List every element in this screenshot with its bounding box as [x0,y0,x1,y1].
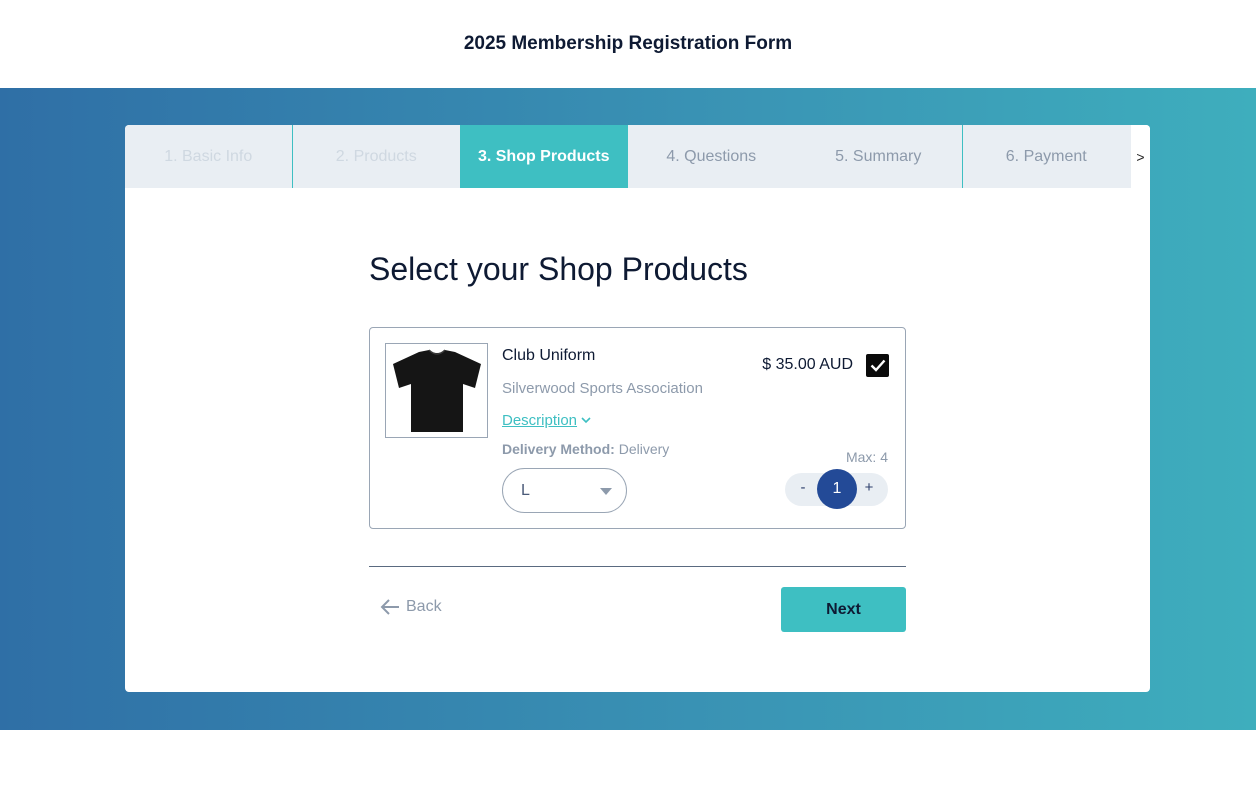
next-button[interactable]: Next [781,587,906,632]
quantity-value[interactable]: 1 [817,469,857,509]
size-select[interactable]: L [502,468,627,513]
step-tabs: 1. Basic Info 2. Products 3. Shop Produc… [125,125,1131,188]
delivery-method-label: Delivery Method: [502,441,615,457]
quantity-stepper: - 1 + [785,469,888,509]
tshirt-icon [392,348,481,432]
decrement-button[interactable]: - [797,479,809,496]
delivery-method: Delivery Method: Delivery [502,441,669,457]
product-name: Club Uniform [502,347,596,364]
product-price: $ 35.00 AUD [762,356,853,373]
back-button[interactable]: Back [380,598,442,616]
arrow-left-icon [380,599,399,615]
description-link-label: Description [502,412,578,429]
size-select-value: L [521,481,530,499]
description-link[interactable]: Description [502,412,591,429]
increment-button[interactable]: + [863,479,875,496]
chevron-down-icon [581,415,591,427]
divider [369,566,906,567]
section-heading: Select your Shop Products [369,251,748,287]
delivery-method-value: Delivery [618,441,670,457]
product-organisation: Silverwood Sports Association [502,380,703,397]
step-summary[interactable]: 5. Summary [795,125,963,188]
step-payment[interactable]: 6. Payment [963,125,1131,188]
steps-scroll-next-button[interactable]: > [1131,125,1150,188]
page-title: 2025 Membership Registration Form [463,33,793,54]
shop-products-section: Select your Shop Products Club Uniform S… [369,245,906,653]
step-shop-products[interactable]: 3. Shop Products [460,125,628,188]
product-card: Club Uniform Silverwood Sports Associati… [369,327,906,529]
dropdown-arrow-icon [600,488,612,495]
product-image [385,343,488,438]
step-products[interactable]: 2. Products [293,125,461,188]
step-basic-info[interactable]: 1. Basic Info [125,125,293,188]
checkmark-icon [870,359,885,372]
form-navigation: Back Next [369,587,906,653]
step-questions[interactable]: 4. Questions [628,125,796,188]
max-quantity-label: Max: 4 [845,449,888,465]
form-card: 1. Basic Info 2. Products 3. Shop Produc… [125,125,1150,692]
back-button-label: Back [406,598,442,615]
product-select-checkbox[interactable] [866,354,889,377]
page-header: 2025 Membership Registration Form [0,0,1256,88]
